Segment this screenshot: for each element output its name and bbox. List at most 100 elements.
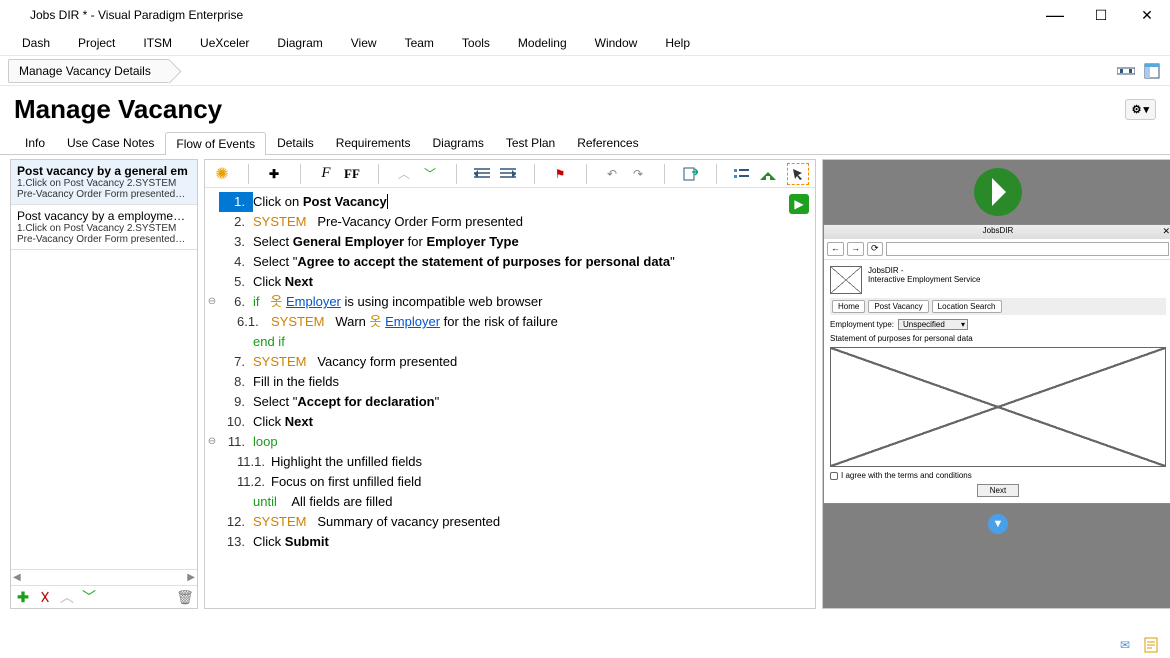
side-actions: ✚ 𐌢 ︿ ﹀ 🗑: [11, 585, 197, 608]
breadcrumb-bar: Manage Vacancy Details: [0, 56, 1170, 86]
tabs: Info Use Case Notes Flow of Events Detai…: [0, 129, 1170, 155]
wireframe-window: JobsDIR✕ ← → ⟳ JobsDIR - Interactive Emp…: [823, 224, 1170, 504]
tab-use-case-notes[interactable]: Use Case Notes: [56, 131, 165, 154]
statusbar: ✉: [1116, 636, 1160, 654]
wf-tab-location[interactable]: Location Search: [932, 300, 1002, 313]
flag-icon[interactable]: ⚑: [549, 163, 571, 185]
line-number: 1.: [219, 192, 253, 212]
redo-button[interactable]: ↷: [627, 163, 649, 185]
panels-icon[interactable]: [1142, 61, 1162, 81]
scenario-item-2[interactable]: Post vacancy by a employment ager 1.Clic…: [11, 205, 197, 250]
tab-references[interactable]: References: [566, 131, 649, 154]
add-actor-button[interactable]: 𐌢: [37, 589, 53, 605]
scenario-line: Pre-Vacancy Order Form presented…: [17, 189, 191, 200]
export-button[interactable]: [679, 163, 701, 185]
editor-toolbar: ✺ ✚ F FF ︿ ﹀ ⚑ ↶ ↷: [205, 160, 815, 188]
wireframe-play-icon[interactable]: [974, 168, 1022, 216]
wf-next-button[interactable]: Next: [977, 484, 1019, 497]
tab-diagrams[interactable]: Diagrams: [421, 131, 494, 154]
menu-project[interactable]: Project: [64, 32, 129, 54]
scroll-down-button[interactable]: ▼: [988, 514, 1008, 534]
menu-window[interactable]: Window: [581, 32, 652, 54]
select-region-button[interactable]: [787, 163, 809, 185]
wf-tab-post[interactable]: Post Vacancy: [868, 300, 928, 313]
mail-icon[interactable]: ✉: [1116, 636, 1134, 654]
scenario-title: Post vacancy by a general em: [17, 164, 191, 178]
actor-link[interactable]: Employer: [385, 314, 440, 329]
switch-diagram-icon[interactable]: [1116, 61, 1136, 81]
breadcrumb[interactable]: Manage Vacancy Details: [8, 59, 170, 83]
fold-toggle[interactable]: ⊖: [205, 292, 219, 312]
menu-modeling[interactable]: Modeling: [504, 32, 581, 54]
bold-button[interactable]: FF: [341, 163, 363, 185]
menu-team[interactable]: Team: [391, 32, 448, 54]
scenario-title: Post vacancy by a employment ager: [17, 209, 191, 223]
tab-requirements[interactable]: Requirements: [325, 131, 422, 154]
wf-employment-select[interactable]: Unspecified: [898, 319, 968, 330]
wf-url-bar[interactable]: [886, 242, 1169, 256]
wireframe-window-title: JobsDIR✕: [824, 225, 1170, 239]
wf-close-icon[interactable]: ✕: [1162, 226, 1170, 237]
close-button[interactable]: ✕: [1124, 0, 1170, 30]
wf-back-button[interactable]: ←: [827, 242, 844, 256]
scenario-line: Pre-Vacancy Order Form presented…: [17, 234, 191, 245]
titlebar: Jobs DIR * - Visual Paradigm Enterprise …: [0, 0, 1170, 30]
move-down-button[interactable]: ﹀: [419, 163, 441, 185]
page-title-row: Manage Vacancy ⚙ ▾: [0, 86, 1170, 129]
actor-link[interactable]: Employer: [286, 294, 341, 309]
menu-help[interactable]: Help: [651, 32, 704, 54]
menu-tools[interactable]: Tools: [448, 32, 504, 54]
chevron-down-icon: ▾: [1143, 103, 1149, 116]
undo-button[interactable]: ↶: [601, 163, 623, 185]
move-down-button[interactable]: ﹀: [81, 589, 97, 605]
move-up-button[interactable]: ︿: [59, 589, 75, 605]
window-title: Jobs DIR * - Visual Paradigm Enterprise: [30, 8, 1032, 22]
italic-button[interactable]: F: [315, 163, 337, 185]
scenario-line: 1.Click on Post Vacancy 2.SYSTEM: [17, 223, 191, 234]
menubar: Dash Project ITSM UeXceler Diagram View …: [0, 30, 1170, 56]
wireframe-icon[interactable]: [757, 163, 779, 185]
menu-uexceler[interactable]: UeXceler: [186, 32, 263, 54]
menu-itsm[interactable]: ITSM: [129, 32, 186, 54]
tab-info[interactable]: Info: [14, 131, 56, 154]
move-up-button[interactable]: ︿: [393, 163, 415, 185]
wf-logo-placeholder: [830, 266, 862, 294]
side-scrollbar[interactable]: ◀▶: [11, 569, 197, 585]
menu-diagram[interactable]: Diagram: [263, 32, 336, 54]
scenario-item-1[interactable]: Post vacancy by a general em 1.Click on …: [11, 160, 197, 205]
add-step-button[interactable]: ✚: [263, 163, 285, 185]
checklist-icon[interactable]: [731, 163, 753, 185]
tab-flow-of-events[interactable]: Flow of Events: [165, 132, 266, 155]
tab-test-plan[interactable]: Test Plan: [495, 131, 566, 154]
scenarios-panel: Post vacancy by a general em 1.Click on …: [10, 159, 198, 609]
wf-content-placeholder: [830, 347, 1166, 467]
maximize-button[interactable]: ☐: [1078, 0, 1124, 30]
minimize-button[interactable]: —: [1032, 0, 1078, 30]
wf-reload-button[interactable]: ⟳: [867, 242, 883, 256]
add-scenario-button[interactable]: ✚: [15, 589, 31, 605]
page-title: Manage Vacancy: [14, 94, 222, 125]
menu-dash[interactable]: Dash: [8, 32, 64, 54]
delete-button[interactable]: 🗑: [177, 589, 193, 605]
fold-toggle[interactable]: ⊖: [205, 432, 219, 452]
flow-steps[interactable]: 1.Click on Post Vacancy 2.SYSTEM Pre-Vac…: [205, 188, 815, 556]
workarea: Post vacancy by a general em 1.Click on …: [0, 155, 1170, 613]
settings-gear-button[interactable]: ⚙ ▾: [1125, 99, 1156, 120]
tab-details[interactable]: Details: [266, 131, 325, 154]
scenario-line: 1.Click on Post Vacancy 2.SYSTEM: [17, 178, 191, 189]
menu-view[interactable]: View: [337, 32, 391, 54]
note-icon[interactable]: [1142, 636, 1160, 654]
wf-agree-checkbox[interactable]: [830, 472, 838, 480]
app-logo-icon: [8, 7, 24, 23]
outdent-button[interactable]: [471, 163, 493, 185]
play-button[interactable]: ▶: [789, 194, 809, 214]
wf-navbar: ← → ⟳: [824, 239, 1170, 260]
sparkle-icon[interactable]: ✺: [211, 163, 233, 185]
wf-forward-button[interactable]: →: [847, 242, 864, 256]
wf-tab-home[interactable]: Home: [832, 300, 865, 313]
indent-button[interactable]: [497, 163, 519, 185]
wireframe-panel: JobsDIR✕ ← → ⟳ JobsDIR - Interactive Emp…: [822, 159, 1170, 609]
actor-icon: 옷: [270, 292, 282, 312]
actor-icon: 옷: [370, 312, 382, 332]
flow-editor: ✺ ✚ F FF ︿ ﹀ ⚑ ↶ ↷: [204, 159, 816, 609]
